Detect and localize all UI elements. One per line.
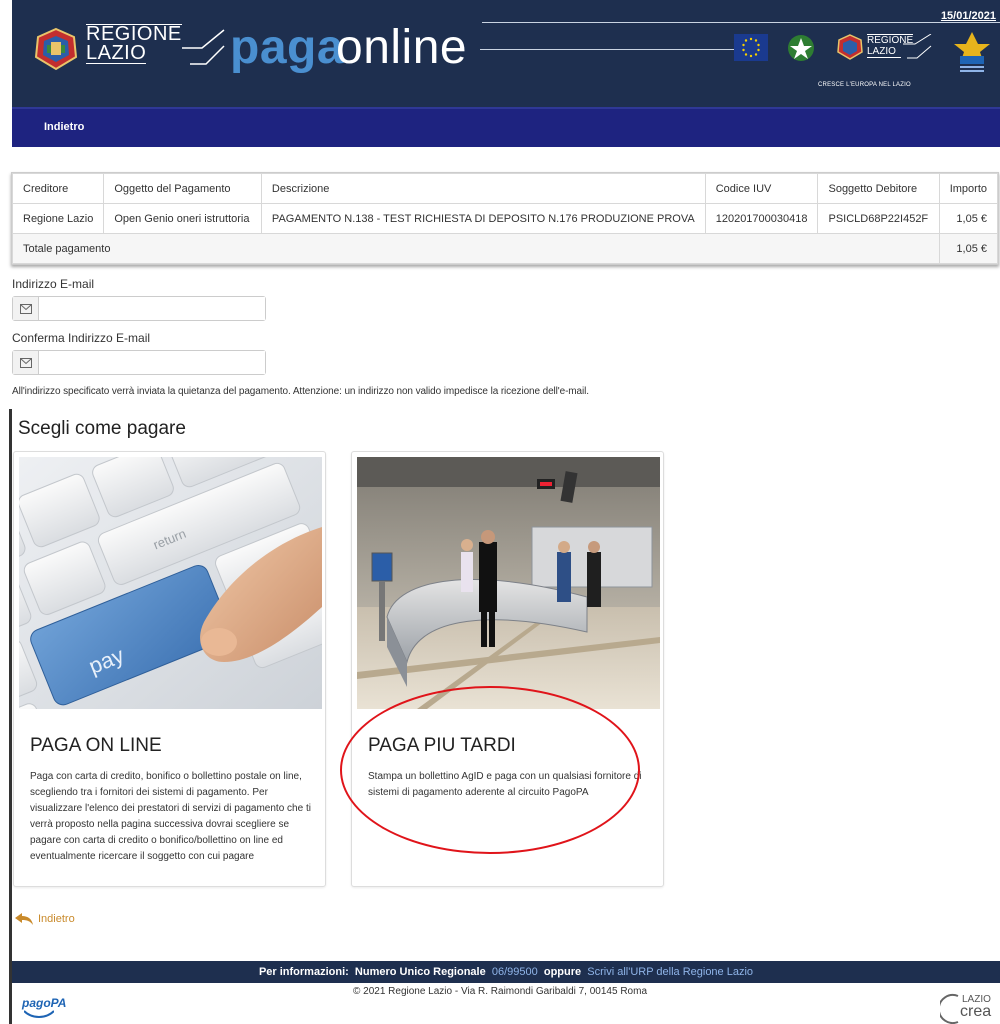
- lazio-crea-logo: LAZIO crea: [937, 992, 1000, 1024]
- col-codice-iuv: Codice IUV: [704, 173, 819, 204]
- footer-copyright: © 2021 Regione Lazio - Via R. Raimondi G…: [352, 986, 648, 997]
- regione-lazio-small-crest-icon: [837, 34, 863, 60]
- eu-flag-icon: [734, 34, 768, 61]
- logo-small-slash-icon: [903, 34, 932, 59]
- envelope-icon: [13, 297, 39, 320]
- back-link-label: Indietro: [38, 913, 75, 925]
- footer-info-bar: Per informazioni: Numero Unico Regionale…: [12, 961, 1000, 983]
- pagopa-swoosh-icon: [24, 1010, 54, 1018]
- confirm-email-field-group: [12, 350, 266, 375]
- payment-table: Creditore Oggetto del Pagamento Descrizi…: [11, 172, 999, 265]
- brand-paga: paga: [230, 21, 345, 74]
- region-line2: LAZIO: [86, 42, 147, 64]
- lazio-crea-line2: crea: [960, 1003, 992, 1020]
- table-row: Regione Lazio Open Genio oneri istruttor…: [11, 203, 999, 234]
- por-fesr-logo-icon: [954, 32, 990, 72]
- paga-online-card[interactable]: return § pay PAGA ON LINE Paga con carta…: [13, 451, 326, 887]
- site-header: 15/01/2021 REGIONE LAZIO paga online REG…: [12, 0, 1000, 107]
- email-label: Indirizzo E-mail: [12, 277, 95, 291]
- pagopa-logo: pagoPA: [22, 996, 67, 1018]
- brand-online: online: [336, 21, 468, 74]
- col-oggetto: Oggetto del Pagamento: [103, 173, 262, 204]
- bank-counter-image: [357, 457, 660, 709]
- nav-back-link[interactable]: Indietro: [44, 121, 84, 133]
- header-divider-mid: [480, 49, 735, 50]
- footer-info-label: Per informazioni:: [258, 966, 349, 978]
- header-date: 15/01/2021: [940, 10, 996, 22]
- total-value: 1,05 €: [938, 233, 999, 264]
- logo-region-line2: LAZIO: [867, 46, 901, 58]
- table-total-row: Totale pagamento 1,05 €: [12, 233, 999, 264]
- total-label: Totale pagamento: [12, 233, 940, 264]
- confirm-email-input[interactable]: [39, 351, 265, 374]
- cell-soggetto-debitore: PSICLD68P22I452F: [817, 203, 940, 234]
- pagopa-logo-text: pagoPA: [22, 996, 67, 1010]
- logo-slash-icon: [182, 29, 225, 65]
- regione-lazio-crest-icon: [34, 27, 78, 71]
- col-creditore: Creditore: [11, 173, 105, 204]
- nav-bar: Indietro: [12, 107, 1000, 147]
- undo-arrow-icon: [15, 913, 33, 925]
- col-importo: Importo: [938, 173, 999, 204]
- email-input[interactable]: [39, 297, 265, 320]
- cell-creditore: Regione Lazio: [11, 203, 105, 234]
- back-link[interactable]: Indietro: [14, 912, 75, 926]
- cell-descrizione: PAGAMENTO N.138 - TEST RICHIESTA DI DEPO…: [260, 203, 706, 234]
- col-descrizione: Descrizione: [260, 173, 706, 204]
- email-note: All'indirizzo specificato verrà inviata …: [12, 386, 589, 397]
- paga-piu-tardi-description: Stampa un bollettino AgID e paga con un …: [368, 771, 642, 798]
- confirm-email-label: Conferma Indirizzo E-mail: [12, 331, 151, 345]
- email-field-group: [12, 296, 266, 321]
- footer-urp-link[interactable]: Scrivi all'URP della Regione Lazio: [587, 966, 753, 978]
- footer-oppure: oppure: [543, 966, 582, 978]
- regione-lazio-small-logo: REGIONE LAZIO: [837, 34, 933, 60]
- cell-codice-iuv: 120201700030418: [704, 203, 819, 234]
- cell-importo: 1,05 €: [938, 203, 999, 234]
- footer-numero-link[interactable]: 06/99500: [492, 966, 538, 978]
- region-line1: REGIONE: [86, 23, 182, 45]
- repubblica-emblem-icon: [788, 35, 814, 61]
- regione-lazio-wordmark: REGIONE LAZIO: [86, 24, 182, 64]
- choose-title: Scegli come pagare: [18, 418, 186, 439]
- eu-slogan: CRESCE L'EUROPA NEL LAZIO: [818, 82, 911, 88]
- col-soggetto-debitore: Soggetto Debitore: [817, 173, 940, 204]
- cell-oggetto: Open Genio oneri istruttoria: [103, 203, 262, 234]
- footer-numero-label: Numero Unico Regionale: [354, 966, 486, 978]
- left-edge-bar: [9, 409, 12, 1024]
- paga-online-description: Paga con carta di credito, bonifico o bo…: [30, 771, 311, 862]
- paga-piu-tardi-card[interactable]: PAGA PIU TARDI Stampa un bollettino AgID…: [351, 451, 664, 887]
- table-header-row: Creditore Oggetto del Pagamento Descrizi…: [11, 173, 999, 204]
- header-divider-top: [482, 22, 1000, 23]
- envelope-icon: [13, 351, 39, 374]
- keyboard-pay-image: return § pay: [19, 457, 322, 709]
- paga-piu-tardi-title: PAGA PIU TARDI: [368, 735, 516, 756]
- paga-online-title: PAGA ON LINE: [30, 735, 162, 756]
